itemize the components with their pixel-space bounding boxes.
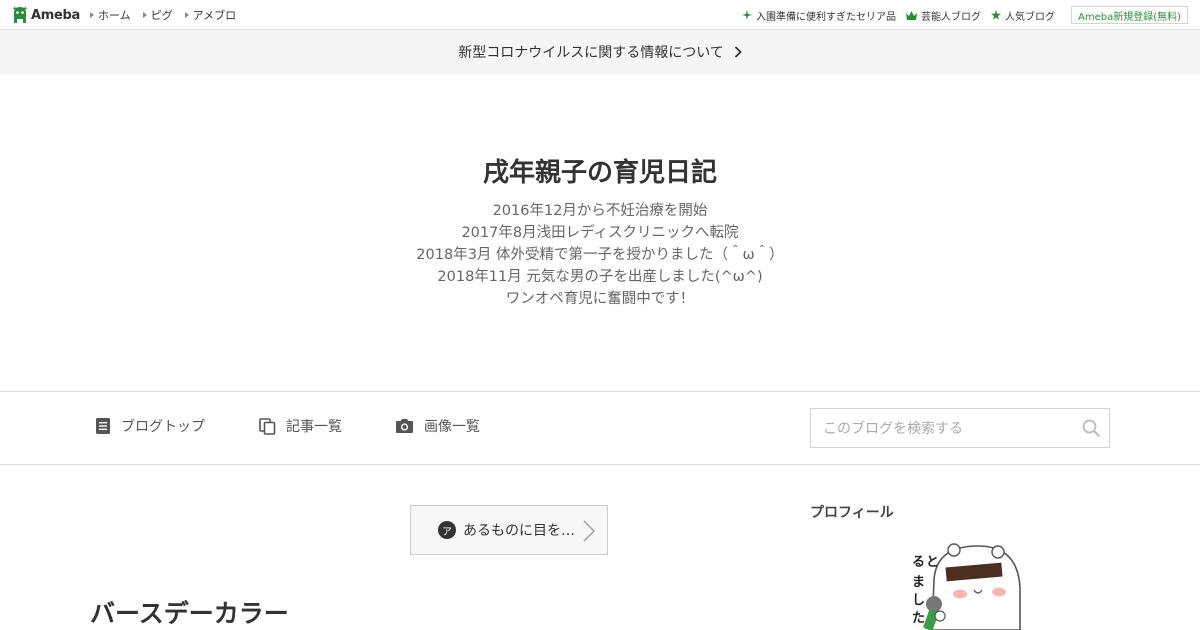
search-icon[interactable] [1082,419,1101,438]
blog-description-line: 2016年12月から不妊治療を開始 [492,203,708,219]
nav-link-label: ピグ [150,9,173,22]
header-right-links: 入園準備に便利すぎたセリア品 芸能人ブログ 人気ブログ Ameba新規登録(無料… [741,0,1188,30]
global-nav: ホーム ピグ アメブロ [90,0,236,30]
svg-text:と: と [926,555,939,570]
blog-nav: ブログトップ 記事一覧 画像一覧 [0,391,1200,465]
svg-text:る: る [912,555,925,570]
nav-link-home[interactable]: ホーム [90,7,131,23]
theme-label: あるものに目を… [463,523,575,539]
blog-top-label: ブログトップ [121,419,205,435]
popular-blog-link[interactable]: 人気ブログ [990,8,1055,23]
chevron-right-icon [734,46,742,58]
covid-notice-bar[interactable]: 新型コロナウイルスに関する情報について [0,30,1200,74]
crown-icon [905,10,917,20]
image-list-label: 画像一覧 [424,419,480,435]
blog-search-input[interactable] [821,418,1075,440]
nav-link-label: ホーム [98,9,131,22]
entry-list-label: 記事一覧 [286,419,342,435]
entry-title[interactable]: バースデーカラー [90,594,289,630]
global-header: Ameba ホーム ピグ アメブロ 入園準備に便利すぎたセリア品 芸能人ブログ [0,0,1200,30]
ameba-logo-text: Ameba [31,7,81,23]
nav-link-pigg[interactable]: ピグ [142,7,173,23]
blog-top-link[interactable]: ブログトップ [95,416,205,436]
svg-text:ま: ま [912,575,925,590]
ameba-logo[interactable]: Ameba [12,5,80,25]
blog-description-line: 2018年3月 体外受精で第一子を授かりました（＾ω＾） [416,247,784,263]
camera-icon [396,419,413,433]
celebrity-blog-link[interactable]: 芸能人ブログ [905,8,981,23]
register-button[interactable]: Ameba新規登録(無料) [1070,6,1188,24]
popular-blog-label: 人気ブログ [1004,11,1055,23]
blog-title[interactable]: 戌年親子の育児日記 [0,152,1200,189]
blog-description-line: 2018年11月 元気な男の子を出産しました(^ω^) [437,269,763,285]
ameba-mascot-icon [13,6,27,23]
theme-badge: ア [438,521,456,539]
blog-description-line: ワンオペ育児に奮闘中です！ [505,291,695,307]
svg-text:し: し [912,593,925,608]
sparkle-icon [741,10,752,20]
profile-heading: プロフィール [810,505,894,521]
svg-text:た: た [912,611,925,626]
chevron-right-icon [583,520,595,542]
trending-link[interactable]: 入園準備に便利すぎたセリア品 [741,8,896,23]
notice-text: 新型コロナウイルスに関する情報について [458,45,724,61]
celebrity-blog-label: 芸能人ブログ [920,11,981,23]
profile-avatar[interactable]: る と ま し た [890,540,1030,630]
nav-link-label: アメブロ [192,9,237,22]
blog-search-box [810,408,1110,448]
entry-list-link[interactable]: 記事一覧 [259,416,342,436]
nav-link-ameblo[interactable]: アメブロ [184,7,237,23]
star-icon [990,10,1001,20]
triangle-right-icon [142,12,147,18]
copy-icon [259,417,276,435]
document-icon [96,418,110,434]
theme-link-button[interactable]: ア あるものに目を… [410,505,608,555]
triangle-right-icon [90,12,94,18]
trending-link-label: 入園準備に便利すぎたセリア品 [755,11,896,23]
image-list-link[interactable]: 画像一覧 [395,416,480,436]
blog-description-line: 2017年8月浅田レディスクリニックへ転院 [461,225,739,241]
profile-sticker-image: る と ま し た [912,543,1021,630]
triangle-right-icon [184,12,189,18]
blog-description: 2016年12月から不妊治療を開始 2017年8月浅田レディスクリニックへ転院 … [0,200,1200,310]
